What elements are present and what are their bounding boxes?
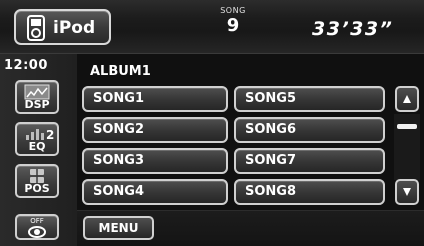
scroll-down-button[interactable] — [395, 179, 419, 205]
song-button-6[interactable]: SONG6 — [234, 117, 385, 143]
ipod-screen: iPod SONG 9 33’33” 12:00 DSP 2 EQ POS OF… — [0, 0, 424, 246]
song-button-8[interactable]: SONG8 — [234, 179, 385, 205]
scroll-thumb[interactable] — [397, 124, 417, 129]
scroll-up-button[interactable] — [395, 86, 419, 112]
pos-button[interactable]: POS — [15, 164, 59, 198]
clock: 12:00 — [4, 58, 48, 73]
song-button-2[interactable]: SONG2 — [82, 117, 228, 143]
triangle-up-icon — [403, 95, 411, 103]
menu-button[interactable]: MENU — [83, 216, 154, 240]
song-button-7[interactable]: SONG7 — [234, 148, 385, 174]
song-caption: SONG — [220, 6, 246, 15]
song-button-4[interactable]: SONG4 — [82, 179, 228, 205]
song-number: 9 — [226, 15, 240, 36]
album-title: ALBUM1 — [90, 64, 151, 79]
dsp-label: DSP — [24, 98, 50, 111]
elapsed-time: 33’33” — [312, 18, 394, 40]
triangle-down-icon — [403, 188, 411, 196]
off-button[interactable]: OFF — [15, 214, 59, 240]
eq-label: EQ — [28, 140, 46, 153]
power-off-icon — [28, 226, 46, 238]
song-button-1[interactable]: SONG1 — [82, 86, 228, 112]
ipod-icon — [27, 15, 45, 41]
source-label: iPod — [53, 18, 96, 38]
ipod-source-button[interactable]: iPod — [14, 9, 111, 45]
eq-button[interactable]: 2 EQ — [15, 122, 59, 156]
dsp-button[interactable]: DSP — [15, 80, 59, 114]
song-button-5[interactable]: SONG5 — [234, 86, 385, 112]
song-button-3[interactable]: SONG3 — [82, 148, 228, 174]
pos-label: POS — [24, 182, 50, 195]
